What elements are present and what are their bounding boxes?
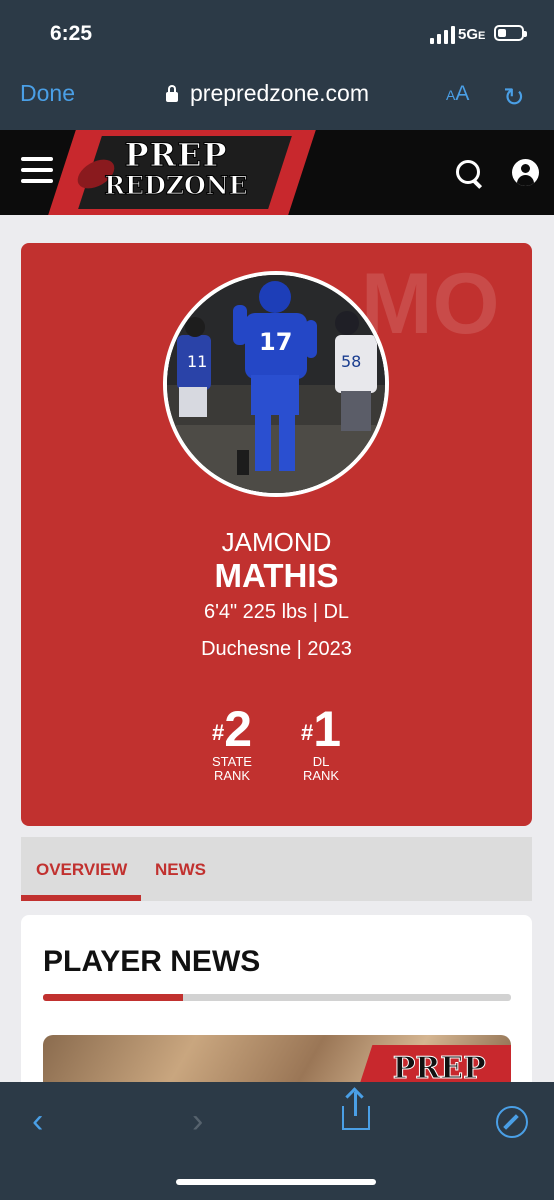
state-watermark: MO	[361, 256, 500, 352]
player-last-name: MATHIS	[214, 557, 339, 594]
menu-icon[interactable]	[21, 157, 53, 190]
forward-icon[interactable]: ›	[192, 1102, 203, 1141]
home-indicator	[176, 1179, 376, 1185]
tab-overview[interactable]: OVERVIEW	[36, 860, 127, 880]
player-measurements: 6'4" 225 lbs | DL	[203, 601, 350, 623]
site-header: PREP REDZONE	[0, 130, 554, 215]
search-icon[interactable]	[456, 160, 480, 184]
network-indicator: 5GE	[458, 26, 486, 43]
battery-icon	[494, 25, 527, 41]
text-size-button[interactable]: AA	[446, 82, 469, 106]
tab-news[interactable]: NEWS	[155, 860, 206, 880]
player-first-name: JAMOND	[221, 527, 332, 557]
news-carousel-progress	[43, 994, 511, 1001]
svg-text:17: 17	[259, 328, 292, 356]
share-icon[interactable]	[342, 1087, 370, 1130]
signal-icon	[430, 26, 456, 44]
done-button[interactable]: Done	[20, 80, 75, 107]
browser-bar: Done prepredzone.com AA ↻	[0, 62, 554, 130]
player-photo: 11 58 17	[163, 271, 389, 497]
url-text: prepredzone.com	[190, 80, 369, 106]
position-rank: #1 DL RANK	[300, 701, 342, 783]
svg-text:58: 58	[341, 352, 361, 371]
status-time: 6:25	[50, 22, 93, 45]
state-rank: #2 STATE RANK	[211, 701, 253, 783]
site-logo[interactable]: PREP REDZONE	[96, 138, 256, 201]
section-heading: PLAYER NEWS	[43, 945, 261, 978]
address-bar[interactable]: prepredzone.com	[166, 80, 369, 107]
active-tab-indicator	[21, 895, 141, 901]
user-icon[interactable]	[512, 159, 539, 186]
player-school-year: Duchesne | 2023	[201, 638, 352, 660]
profile-tabs: OVERVIEW NEWS	[21, 837, 532, 901]
open-in-safari-icon[interactable]	[496, 1106, 528, 1138]
back-icon[interactable]: ‹	[32, 1102, 43, 1141]
reload-icon[interactable]: ↻	[503, 82, 525, 113]
status-bar: 6:25 5GE	[0, 0, 554, 62]
player-card: MO 11 58 17 JAMOND MATHIS 6'4" 225 lbs |…	[21, 243, 532, 826]
lock-icon	[166, 84, 178, 102]
svg-text:11: 11	[187, 352, 207, 371]
